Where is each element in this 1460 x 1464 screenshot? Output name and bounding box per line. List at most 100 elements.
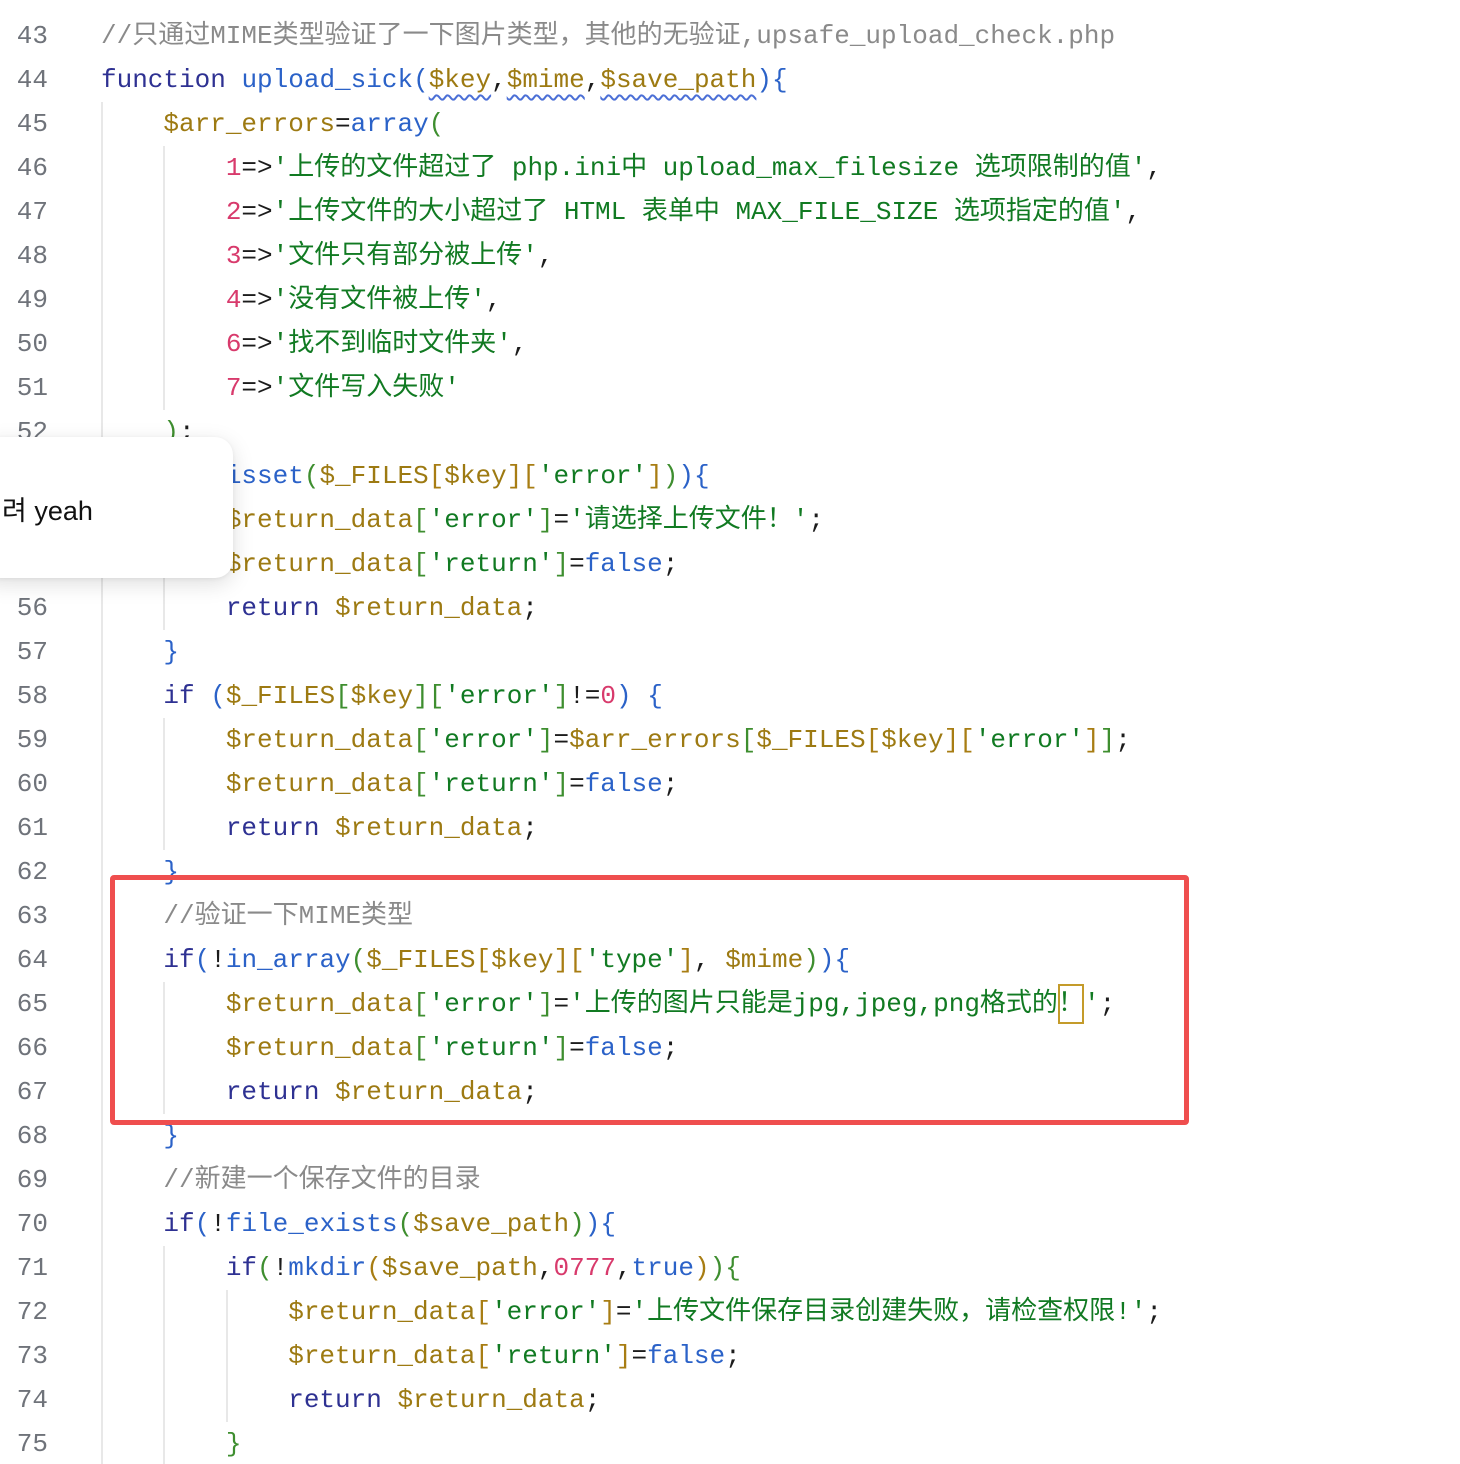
code-line[interactable]: 44 function upload_sick($key,$mime,$save_… [0, 58, 1460, 102]
line-number[interactable]: 67 [0, 1070, 48, 1114]
indent-guide [101, 850, 103, 894]
code-text: return $return_data; [101, 1378, 600, 1422]
code-text: 2=>'上传文件的大小超过了 HTML 表单中 MAX_FILE_SIZE 选项… [101, 190, 1141, 234]
code-line[interactable]: 45 $arr_errors=array( [0, 102, 1460, 146]
line-number[interactable]: 49 [0, 278, 48, 322]
line-number[interactable]: 64 [0, 938, 48, 982]
code-line[interactable]: 50 6=>'找不到临时文件夹', [0, 322, 1460, 366]
code-line[interactable]: 65 $return_data['error']='上传的图片只能是jpg,jpe… [0, 982, 1460, 1026]
code-text: $arr_errors=array( [101, 102, 444, 146]
line-number[interactable]: 44 [0, 58, 48, 102]
code-line[interactable]: 57} [0, 630, 1460, 674]
indent-guide [163, 1378, 166, 1422]
function-token: in_array [225, 945, 351, 975]
line-number[interactable]: 50 [0, 322, 48, 366]
code-line[interactable]: 49 4=>'没有文件被上传', [0, 278, 1460, 322]
keyword-token: if [163, 681, 195, 711]
code-line[interactable]: 62} [0, 850, 1460, 894]
code-line[interactable]: 60 $return_data['return']=false; [0, 762, 1460, 806]
line-number[interactable]: 58 [0, 674, 48, 718]
variable-token: $return_data [335, 813, 523, 843]
code-line[interactable]: 73 $return_data['return']=false; [0, 1334, 1460, 1378]
number-token: 2 [225, 197, 242, 227]
indent-guide [163, 806, 166, 850]
code-line[interactable]: 51 7=>'文件写入失败' [0, 366, 1460, 410]
code-editor[interactable]: 4243//只通过MIME类型验证了一下图片类型，其他的无验证,upsafe_u… [0, 0, 1460, 1464]
line-number[interactable]: 63 [0, 894, 48, 938]
bracket-token: [ [428, 461, 445, 491]
line-number[interactable]: 70 [0, 1202, 48, 1246]
line-number[interactable]: 62 [0, 850, 48, 894]
line-number[interactable]: 68 [0, 1114, 48, 1158]
code-line[interactable]: 70 if(!file_exists($save_path)){ [0, 1202, 1460, 1246]
code-line[interactable]: 75} [0, 1422, 1460, 1464]
line-number[interactable]: 47 [0, 190, 48, 234]
operator-token: = [335, 109, 351, 139]
code-line[interactable]: 59 $return_data['error']=$arr_errors[$_FI… [0, 718, 1460, 762]
code-line[interactable]: 66 $return_data['return']=false; [0, 1026, 1460, 1070]
line-number[interactable]: 61 [0, 806, 48, 850]
bracket-token: } [163, 857, 180, 887]
keyword-token: return [225, 813, 320, 843]
code-line[interactable]: 67 return $return_data; [0, 1070, 1460, 1114]
line-number[interactable]: 51 [0, 366, 48, 410]
code-line[interactable]: 48 3=>'文件只有部分被上传', [0, 234, 1460, 278]
operator-token: ; [1146, 1297, 1162, 1327]
notification-popup[interactable]: 려 yeah [0, 437, 233, 578]
line-number[interactable]: 59 [0, 718, 48, 762]
code-line[interactable]: 56 return $return_data; [0, 586, 1460, 630]
code-line[interactable]: 61 return $return_data; [0, 806, 1460, 850]
string-token: 'type' [584, 945, 679, 975]
operator-token: ; [522, 1077, 538, 1107]
line-number[interactable]: 43 [0, 14, 48, 58]
line-number[interactable]: 56 [0, 586, 48, 630]
code-line[interactable]: 71 if(!mkdir($save_path,0777,true)){ [0, 1246, 1460, 1290]
line-number[interactable]: 60 [0, 762, 48, 806]
code-line[interactable]: 74 return $return_data; [0, 1378, 1460, 1422]
line-number[interactable]: 73 [0, 1334, 48, 1378]
bracket-token: ( [366, 1253, 382, 1283]
code-line[interactable]: 68} [0, 1114, 1460, 1158]
line-number[interactable]: 72 [0, 1290, 48, 1334]
line-number[interactable]: 66 [0, 1026, 48, 1070]
code-line[interactable]: 72 $return_data['error']='上传文件保存目录创建失败，请检… [0, 1290, 1460, 1334]
bracket-token: [ [475, 1341, 492, 1371]
operator-token: ; [662, 549, 679, 579]
function-token: mkdir [288, 1253, 367, 1283]
operator-token: = [553, 989, 570, 1019]
keyword-token: if [163, 1209, 195, 1239]
line-number[interactable]: 45 [0, 102, 48, 146]
indent-guide [101, 1378, 103, 1422]
operator-token: => [241, 373, 273, 403]
code-line[interactable]: 46 1=>'上传的文件超过了 php.ini中 upload_max_files… [0, 146, 1460, 190]
operator-token: ; [662, 1033, 679, 1063]
code-line[interactable]: 69 //新建一个保存文件的目录 [0, 1158, 1460, 1202]
bracket-token: [ [865, 725, 882, 755]
line-number[interactable]: 65 [0, 982, 48, 1026]
code-line[interactable]: 64 if(!in_array($_FILES[$key]['type'], $m… [0, 938, 1460, 982]
string-token: '文件只有部分被上传' [272, 241, 538, 271]
variable-token: $return_data [397, 1385, 585, 1415]
line-number[interactable]: 75 [0, 1422, 48, 1464]
variable-token: $key [444, 461, 507, 491]
line-number[interactable]: 48 [0, 234, 48, 278]
line-number[interactable]: 46 [0, 146, 48, 190]
line-number[interactable]: 71 [0, 1246, 48, 1290]
code-line[interactable]: 42 [0, 0, 1460, 14]
variable-token: $key [428, 65, 492, 95]
line-number[interactable]: 74 [0, 1378, 48, 1422]
code-line[interactable]: 63 //验证一下MIME类型 [0, 894, 1460, 938]
line-number[interactable]: 57 [0, 630, 48, 674]
code-line[interactable]: 47 2=>'上传文件的大小超过了 HTML 表单中 MAX_FILE_SIZE … [0, 190, 1460, 234]
operator-token: = [569, 769, 585, 799]
code-line[interactable]: 58 if ($_FILES[$key]['error']!=0) { [0, 674, 1460, 718]
string-token: '文件写入失败' [272, 373, 460, 403]
variable-token: $return_data [225, 989, 414, 1019]
code-line[interactable]: 43 //只通过MIME类型验证了一下图片类型，其他的无验证,upsafe_upl… [0, 14, 1460, 58]
code-text: function upload_sick($key,$mime,$save_pa… [101, 58, 788, 102]
line-number[interactable]: 69 [0, 1158, 48, 1202]
variable-token: $return_data [225, 549, 414, 579]
bracket-token: ( [397, 1209, 414, 1239]
code-lines[interactable]: 4243//只通过MIME类型验证了一下图片类型，其他的无验证,upsafe_u… [0, 0, 1460, 1464]
line-number[interactable]: 42 [0, 0, 48, 14]
